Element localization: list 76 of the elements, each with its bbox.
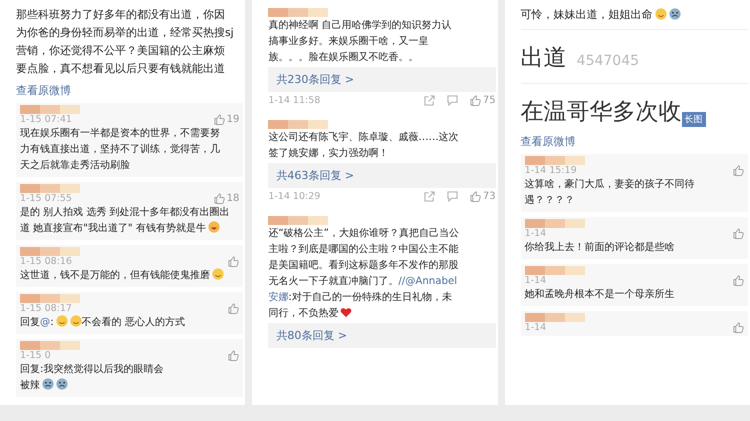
thumbs-up-icon[interactable] [732, 228, 744, 239]
thumbs-up-icon[interactable] [228, 256, 240, 267]
thumbs-up-icon[interactable] [470, 95, 481, 106]
mention-link[interactable]: @ [40, 317, 50, 328]
blurred-name [524, 219, 585, 228]
blurred-name [20, 247, 80, 256]
grin-icon [208, 221, 220, 233]
comment-time: 1-15 08:17 [20, 303, 73, 314]
comment-time: 1-14 10:29 [268, 191, 320, 202]
share-icon[interactable] [424, 191, 435, 202]
mention-link[interactable]: //@Annabel [398, 276, 458, 287]
comment-time: 1-14 15:19 [524, 165, 578, 176]
replies-link[interactable]: 共230条回复 > [268, 67, 496, 92]
comment-time: 1-14 11:58 [268, 95, 320, 106]
like-count: 73 [482, 191, 496, 202]
comment-text: 回复:我突然觉得以后我的眼睛会 被辣 [20, 362, 164, 393]
post-text: 那些科班努力了好多年的都没有出道，你因 为你爸的身份轻而易举的出道，经常买热搜sj 营销，你还觉得不公平？美国籍的公主麻烦 要点脸，真不想看见以后只要有钱就能出道 [16, 7, 235, 77]
crying-face-icon [42, 378, 54, 390]
image-number: 4547045 [576, 53, 640, 69]
thumbs-up-icon[interactable] [228, 303, 240, 314]
comment-text: 她和孟晚舟根本不是一个母亲所生 [524, 288, 675, 302]
blurred-name [524, 156, 585, 165]
thumbs-up-icon[interactable] [214, 193, 225, 204]
post-text: 可怜，妹妹出道，姐姐出命 [520, 6, 748, 24]
comment-icon[interactable] [446, 191, 458, 202]
comment-time: 1-14 [524, 228, 548, 239]
smiley-icon [56, 315, 68, 327]
image-caption: 在温哥华多次收 [520, 98, 682, 127]
comment-time: 1-15 07:55 [20, 193, 73, 204]
comment-text: 回复@: 不会看的 恶心人的方式 [20, 315, 185, 330]
thumbs-up-icon[interactable] [470, 191, 481, 202]
replies-link[interactable]: 共463条回复 > [268, 163, 496, 188]
mention-link[interactable]: 安娜 [268, 292, 288, 303]
comment-time: 1-15 07:41 [20, 114, 73, 125]
comment-icon[interactable] [446, 95, 458, 106]
share-icon[interactable] [424, 95, 435, 106]
blurred-name [524, 266, 585, 275]
image-title: 出道 [520, 44, 567, 73]
replies-link[interactable]: 共80条回复 > [268, 323, 496, 348]
long-image-badge: 长图 [682, 112, 706, 127]
comment-text: 这算啥，豪门大瓜，妻妾的孩子不同待 遇？？？？ [524, 178, 695, 208]
comment-time: 1-15 08:16 [20, 256, 73, 267]
blurred-name [20, 184, 80, 193]
crying-face-icon [56, 378, 68, 390]
comment-time: 1-14 [524, 275, 548, 286]
heart-icon [340, 307, 352, 318]
blurred-name [268, 120, 328, 129]
like-count: 19 [226, 114, 240, 125]
comment-text: 这公司还有陈飞宇、陈卓璇、戚薇……这次 签了姚安娜，实力强劲啊！ [268, 130, 459, 161]
comment-time: 1-14 [524, 322, 548, 333]
blurred-name [20, 341, 80, 350]
crying-face-icon [668, 8, 681, 20]
smiley-icon [654, 8, 667, 20]
blurred-name [20, 294, 80, 303]
comment-time: 1-15 0 [20, 350, 52, 361]
like-count: 75 [482, 95, 496, 106]
comment-text: 现在娱乐圈有一半都是资本的世界，不需要努 力有钱直接出道，坚持不了训练，觉得苦，几 天之后就靠走秀活动刷脸 [20, 126, 220, 173]
blurred-name [268, 216, 328, 225]
thumbs-up-icon[interactable] [214, 114, 225, 125]
blurred-name [524, 313, 585, 322]
thumbs-up-icon[interactable] [732, 165, 744, 176]
smiley-icon [70, 315, 82, 327]
blurred-name [20, 105, 80, 114]
smiley-icon [212, 268, 224, 280]
comment-text: 你给我上去！前面的评论都是些啥 [524, 240, 675, 255]
thumbs-up-icon[interactable] [732, 275, 744, 286]
comment-text: 还“破格公主”，大姐你谁呀？真把自己当公 主啦？到底是哪国的公主啦？中国公主不能 是美国籍吧。看到这标题多年不发作的那股 无名火一下子就直冲脑门了。//@Annabel 安娜:对于自己的一份特殊的生日礼物，未 同行，不负热爱 [268, 226, 459, 321]
thumbs-up-icon[interactable] [732, 322, 744, 333]
blurred-name [268, 8, 328, 17]
view-original-link[interactable]: 查看原微博 [520, 134, 576, 149]
comment-text: 是的 别人拍戏 选秀 到处混十多年都没有出圈出 道 她直接宣布"我出道了" 有钱有势就是牛 [20, 206, 230, 236]
comment-text: 这世道，钱不是万能的，但有钱能使鬼推磨 [20, 268, 224, 284]
comment-text: 真的神经啊 自己用哈佛学到的知识努力认 搞事业多好。来娱乐圈干啥，又一皇 族。。。脸在娱乐圈又不吃香。。 [268, 18, 452, 65]
like-count: 18 [226, 193, 240, 204]
thumbs-up-icon[interactable] [228, 350, 240, 361]
view-original-link[interactable]: 查看原微博 [16, 83, 71, 98]
